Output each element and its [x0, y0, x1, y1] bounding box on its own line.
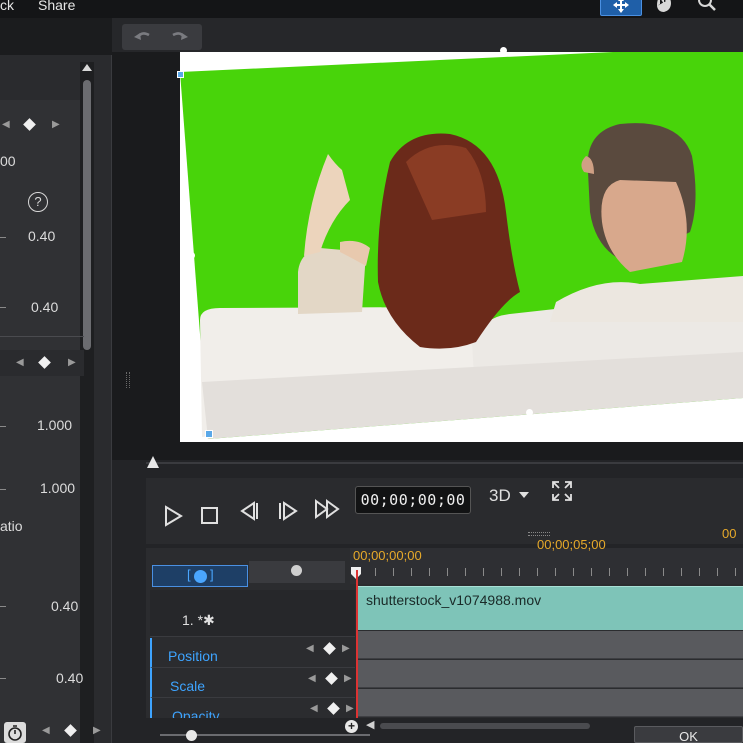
scroll-up-icon[interactable] [80, 62, 94, 72]
value-readout: 1.000 [37, 417, 73, 433]
value-readout: 0.40 [51, 598, 79, 614]
property-label-position: Position [168, 648, 218, 664]
preview-scrubber-track[interactable] [146, 462, 743, 464]
slider-tick [0, 426, 6, 427]
next-keyframe-icon[interactable]: ▶ [344, 673, 352, 684]
prev-keyframe-icon[interactable]: ◀ [16, 357, 24, 368]
zoom-slider-handle[interactable] [186, 730, 197, 741]
prev-keyframe-icon[interactable]: ◀ [306, 643, 314, 654]
magnifier-icon [698, 0, 716, 11]
resize-handle[interactable] [205, 430, 213, 438]
stopwatch-icon [8, 725, 22, 741]
clock-icon [291, 565, 302, 576]
ok-button[interactable]: OK [634, 726, 743, 743]
undo-icon[interactable] [132, 27, 154, 47]
undo-redo-group [122, 24, 202, 50]
divider [0, 336, 84, 337]
slider-tick [0, 489, 6, 490]
keyframe-timer-button[interactable] [4, 722, 26, 743]
tab-keyframe-view[interactable]: [ ] [152, 565, 248, 587]
edit-toolbar [112, 18, 743, 52]
slider-tick [0, 678, 6, 679]
scale-lane[interactable] [357, 660, 743, 688]
move-arrows-icon [613, 0, 629, 13]
redo-icon[interactable] [168, 27, 190, 47]
property-label: atio [0, 518, 23, 534]
play-icon[interactable] [162, 505, 184, 527]
track-number: 1. *✱ [182, 612, 215, 628]
stop-icon[interactable] [200, 505, 220, 525]
clock-icon [194, 570, 207, 583]
property-label-scale: Scale [170, 678, 206, 694]
ruler-time-label: 00 [722, 526, 737, 541]
ruler-time-label: 00;00;05;00 [537, 537, 606, 552]
value-readout: 00 [0, 153, 16, 169]
slider-tick [0, 307, 6, 308]
resize-handle[interactable] [177, 71, 184, 78]
resize-handle[interactable] [526, 409, 533, 416]
hand-icon [657, 0, 671, 12]
tab-clip-view[interactable] [249, 561, 345, 583]
next-keyframe-icon[interactable]: ▶ [68, 357, 76, 368]
prev-keyframe-icon[interactable]: ◀ [308, 673, 316, 684]
previous-frame-icon[interactable] [238, 500, 262, 522]
prev-keyframe-icon[interactable]: ◀ [42, 725, 50, 736]
menu-bar: ck Share [0, 0, 743, 18]
timeline-splitter[interactable] [528, 532, 550, 536]
3d-mode-label[interactable]: 3D [489, 486, 511, 506]
chevron-down-icon[interactable] [518, 490, 530, 500]
next-keyframe-icon[interactable]: ▶ [93, 725, 101, 736]
slider-tick [0, 606, 6, 607]
prev-keyframe-icon[interactable]: ◀ [310, 703, 318, 714]
panel-splitter[interactable] [126, 372, 130, 388]
value-readout: 0.40 [56, 670, 84, 686]
slider-tick [0, 237, 6, 238]
resize-handle[interactable] [500, 47, 507, 54]
ruler-time-label: 00;00;00;00 [353, 548, 422, 563]
prev-keyframe-icon[interactable]: ◀ [2, 119, 10, 130]
fast-forward-icon[interactable] [314, 498, 342, 520]
fullscreen-icon[interactable] [550, 479, 574, 503]
zoom-in-icon[interactable]: + [345, 720, 358, 733]
scrubber-handle-icon[interactable] [146, 455, 160, 469]
position-lane[interactable] [357, 631, 743, 659]
zoom-tool-button[interactable] [690, 0, 724, 16]
value-readout: 0.40 [28, 228, 56, 244]
help-icon[interactable]: ? [28, 192, 48, 212]
track-header[interactable] [150, 590, 355, 637]
clip-name: shutterstock_v1074988.mov [366, 592, 542, 608]
video-preview-clip [180, 52, 743, 442]
next-keyframe-icon[interactable]: ▶ [342, 643, 350, 654]
properties-scrollbar-thumb[interactable] [83, 80, 91, 350]
value-readout: 1.000 [40, 480, 76, 496]
video-preview-image[interactable] [180, 52, 743, 442]
next-keyframe-icon[interactable]: ▶ [52, 119, 60, 130]
scroll-left-icon[interactable]: ◀ [366, 718, 374, 731]
menu-item-share[interactable]: Share [38, 0, 75, 13]
value-readout: 0.40 [31, 299, 59, 315]
move-tool-button[interactable] [600, 0, 642, 16]
timecode-display[interactable]: 00;00;00;00 [355, 486, 471, 514]
opacity-lane[interactable] [357, 689, 743, 717]
timeline-scrollbar[interactable] [380, 723, 590, 729]
next-frame-icon[interactable] [276, 500, 300, 522]
menu-item-truncated[interactable]: ck [0, 0, 14, 13]
hand-tool-button[interactable] [648, 0, 678, 16]
resize-handle[interactable] [188, 252, 195, 259]
next-keyframe-icon[interactable]: ▶ [346, 703, 354, 714]
ruler-ticks [357, 568, 743, 576]
